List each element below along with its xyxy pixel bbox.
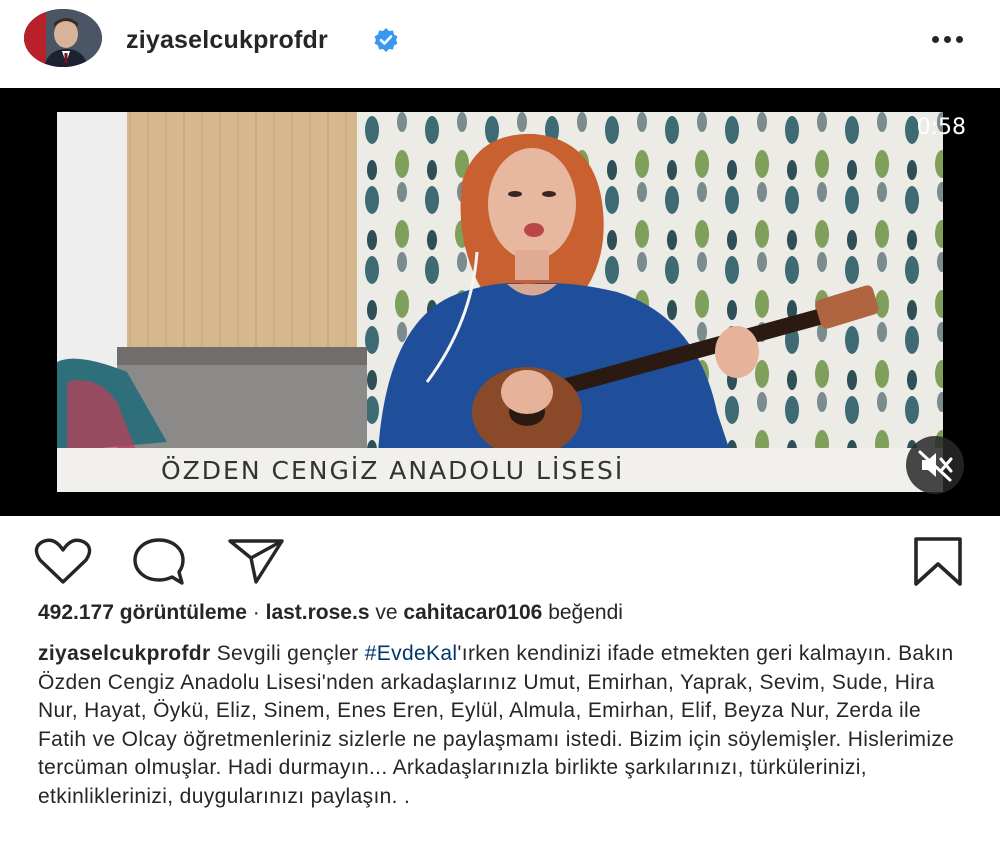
video-overlay-caption: ÖZDEN CENGİZ ANADOLU LİSESİ	[161, 456, 625, 485]
video-player[interactable]: ÖZDEN CENGİZ ANADOLU LİSESİ 0:58	[0, 88, 1000, 516]
views-and-likes: 492.177 görüntüleme · last.rose.s ve cah…	[38, 601, 623, 625]
share-icon[interactable]	[226, 536, 286, 591]
comment-icon[interactable]	[131, 536, 187, 593]
hashtag-link[interactable]: #EvdeKal	[365, 642, 458, 665]
post-author-username[interactable]: ziyaselcukprofdr	[126, 26, 328, 55]
avatar[interactable]	[24, 9, 102, 67]
video-overlay-caption-bar: ÖZDEN CENGİZ ANADOLU LİSESİ	[57, 448, 943, 492]
more-options-icon[interactable]	[928, 24, 968, 54]
separator-dot: ·	[252, 601, 260, 624]
caption-text: 'ırken kendinizi ifade etmekten geri kal…	[38, 642, 955, 808]
verified-badge-icon	[373, 27, 399, 53]
liker-username[interactable]: last.rose.s	[266, 601, 370, 624]
caption-text: Sevgili gençler	[216, 642, 359, 665]
bookmark-icon[interactable]	[912, 536, 964, 593]
post-caption: ziyaselcukprofdr Sevgili gençler #EvdeKa…	[38, 640, 968, 811]
conjunction-text: ve	[375, 601, 398, 624]
post-action-bar	[0, 516, 1000, 596]
views-count[interactable]: 492.177 görüntüleme	[38, 601, 247, 624]
speaker-muted-icon[interactable]	[906, 436, 964, 494]
heart-icon[interactable]	[34, 538, 92, 591]
liker-username[interactable]: cahitacar0106	[403, 601, 542, 624]
video-duration: 0:58	[916, 115, 966, 140]
post-header: ziyaselcukprofdr	[0, 0, 1000, 88]
liked-text: beğendi	[548, 601, 623, 624]
video-frame	[57, 112, 943, 492]
caption-author-username[interactable]: ziyaselcukprofdr	[38, 642, 211, 665]
